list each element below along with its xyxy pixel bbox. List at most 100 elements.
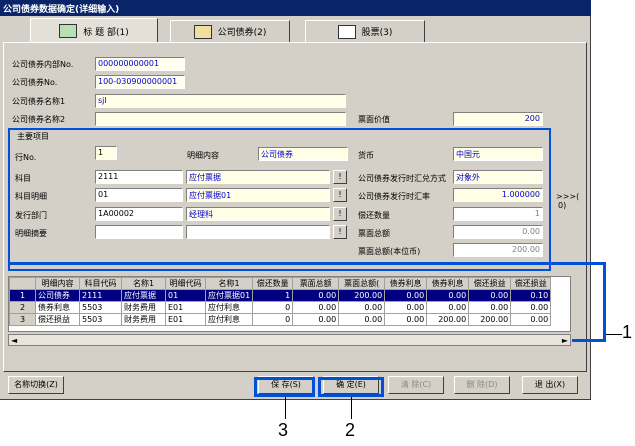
tab-bonds[interactable]: 公司债券(2) xyxy=(170,20,290,42)
column-header[interactable]: 票面总额 xyxy=(292,277,340,290)
dept-pick-button[interactable]: ! xyxy=(333,207,347,221)
dept-name-field[interactable]: 经理科 xyxy=(186,207,330,221)
bond-no-field[interactable]: 100-030900000001 xyxy=(95,75,185,89)
account-label: 科目 xyxy=(15,174,31,183)
table-cell[interactable]: 0.00 xyxy=(338,301,386,314)
account-name-field[interactable]: 应付票据 xyxy=(186,170,330,184)
tab-header[interactable]: 标 题 部(1) xyxy=(30,18,158,43)
row-number[interactable]: 1 xyxy=(9,289,36,302)
internal-no-label: 公司债券内部No. xyxy=(12,60,74,69)
table-cell[interactable]: 5503 xyxy=(79,301,122,314)
table-cell[interactable]: E01 xyxy=(165,301,206,314)
repay-qty-field[interactable]: 1 xyxy=(453,207,543,221)
table-cell[interactable]: 0.00 xyxy=(292,313,340,326)
exit-button[interactable]: 退 出(X) xyxy=(522,376,578,394)
table-cell[interactable]: 0.00 xyxy=(468,301,512,314)
row-number[interactable]: 3 xyxy=(9,313,36,326)
table-cell[interactable]: 0.00 xyxy=(510,301,552,314)
face-total-field[interactable]: 0.00 xyxy=(453,225,543,239)
sub-account-code-field[interactable]: 01 xyxy=(95,188,183,202)
table-cell[interactable]: E01 xyxy=(165,313,206,326)
sub-account-pick-button[interactable]: ! xyxy=(333,188,347,202)
scroll-right-arrow-icon[interactable]: ► xyxy=(562,336,568,345)
column-header[interactable]: 偿还损益 xyxy=(510,277,552,290)
table-cell[interactable]: 0.00 xyxy=(292,289,340,302)
dept-code-field[interactable]: 1A00002 xyxy=(95,207,183,221)
table-cell[interactable]: 财务费用 xyxy=(121,301,166,314)
name1-field[interactable]: sjl xyxy=(95,94,346,108)
table-cell[interactable]: 200.00 xyxy=(468,313,512,326)
column-header[interactable]: 明细代码 xyxy=(165,277,206,290)
sub-account-name-field[interactable]: 应付票据01 xyxy=(186,188,330,202)
table-cell[interactable]: 偿还损益 xyxy=(35,313,80,326)
table-cell[interactable]: 公司债券 xyxy=(35,289,80,302)
column-header[interactable]: 偿还损益 xyxy=(468,277,512,290)
table-cell[interactable]: 0.00 xyxy=(510,313,552,326)
table-cell[interactable]: 应付票据 xyxy=(121,289,166,302)
switch-name-button[interactable]: 名称切换(Z) xyxy=(8,376,64,394)
table-cell[interactable]: 财务费用 xyxy=(121,313,166,326)
window-title: 公司债券数据确定(详细输入) xyxy=(0,0,591,16)
memo-code-field[interactable] xyxy=(95,225,183,239)
table-cell[interactable]: 应付利息 xyxy=(204,301,254,314)
exch-method-field[interactable]: 对象外 xyxy=(453,170,543,184)
table-cell[interactable]: 5503 xyxy=(79,313,122,326)
table-cell[interactable]: 0.00 xyxy=(384,289,428,302)
column-header[interactable]: 债券利息 xyxy=(384,277,428,290)
callout-number-2: 2 xyxy=(345,420,356,440)
row-number[interactable]: 2 xyxy=(9,301,36,314)
account-pick-button[interactable]: ! xyxy=(333,170,347,184)
table-cell[interactable]: 0 xyxy=(252,301,294,314)
column-header[interactable]: 债券利息 xyxy=(426,277,470,290)
exch-rate-field[interactable]: 1.000000 xyxy=(453,188,543,202)
delete-button[interactable]: 删 除(D) xyxy=(454,376,510,394)
table-row[interactable]: 2 债券利息 5503 财务费用 E01 应付利息 0 0.00 0.00 0.00 0.00 0.0… xyxy=(9,301,552,314)
column-header[interactable]: 科目代码 xyxy=(79,277,122,290)
table-cell[interactable]: 0.00 xyxy=(426,301,470,314)
table-row[interactable]: 3 偿还损益 5503 财务费用 E01 应付利息 0 0.00 0.00 0.00 200.00 2… xyxy=(9,313,552,326)
face-total-local-field[interactable]: 200.00 xyxy=(453,243,543,257)
name2-field[interactable] xyxy=(95,112,346,126)
table-cell[interactable]: 0.00 xyxy=(338,313,386,326)
table-cell[interactable]: 0 xyxy=(252,313,294,326)
table-cell[interactable]: 应付票据01 xyxy=(204,289,254,302)
clear-button[interactable]: 清 除(C) xyxy=(388,376,444,394)
callout-line-2 xyxy=(351,397,352,419)
face-value-field[interactable]: 200 xyxy=(453,112,543,126)
detail-field[interactable]: 公司债券 xyxy=(258,147,348,161)
book-icon xyxy=(59,24,78,38)
table-cell[interactable]: 0.00 xyxy=(468,289,512,302)
table-cell[interactable]: 200.00 xyxy=(338,289,386,302)
memo-text-field[interactable] xyxy=(186,225,330,239)
table-cell[interactable]: 0.00 xyxy=(292,301,340,314)
column-header[interactable]: 名称1 xyxy=(204,277,254,290)
tab-stocks[interactable]: 股票(3) xyxy=(305,20,425,42)
table-cell[interactable]: 0.00 xyxy=(384,313,428,326)
face-total-label: 票面总额 xyxy=(358,229,390,238)
expand-toggle-top[interactable]: >>>( xyxy=(556,192,579,201)
column-header[interactable]: 明细内容 xyxy=(35,277,80,290)
table-cell[interactable]: 2111 xyxy=(79,289,122,302)
table-cell[interactable]: 债券利息 xyxy=(35,301,80,314)
internal-no-field[interactable]: 000000000001 xyxy=(95,57,185,71)
table-cell[interactable]: 0.00 xyxy=(384,301,428,314)
row-no-field[interactable]: 1 xyxy=(95,146,117,160)
table-cell[interactable]: 01 xyxy=(165,289,206,302)
column-header[interactable]: 名称1 xyxy=(121,277,166,290)
callout-line-3 xyxy=(285,397,286,419)
horizontal-scrollbar[interactable]: ◄ ► xyxy=(8,334,571,346)
table-cell[interactable]: 1 xyxy=(252,289,294,302)
account-code-field[interactable]: 2111 xyxy=(95,170,183,184)
table-cell[interactable]: 0.10 xyxy=(510,289,552,302)
table-cell[interactable]: 0.00 xyxy=(426,289,470,302)
scroll-left-arrow-icon[interactable]: ◄ xyxy=(11,336,17,345)
column-header[interactable]: 偿还数量 xyxy=(252,277,294,290)
table-row[interactable]: 1 公司债券 2111 应付票据 01 应付票据01 1 0.00 200.00 0.00 0.00… xyxy=(9,289,552,302)
table-cell[interactable]: 应付利息 xyxy=(204,313,254,326)
column-header[interactable]: 票面总额( xyxy=(338,277,386,290)
memo-pick-button[interactable]: ! xyxy=(333,225,347,239)
tab-stocks-label: 股票(3) xyxy=(361,28,393,38)
table-cell[interactable]: 200.00 xyxy=(426,313,470,326)
currency-field[interactable]: 中国元 xyxy=(453,147,543,161)
detail-grid[interactable]: 明细内容 科目代码 名称1 明细代码 名称1 偿还数量 票面总额 票面总额(债券利息 债券利息偿… xyxy=(8,276,571,332)
